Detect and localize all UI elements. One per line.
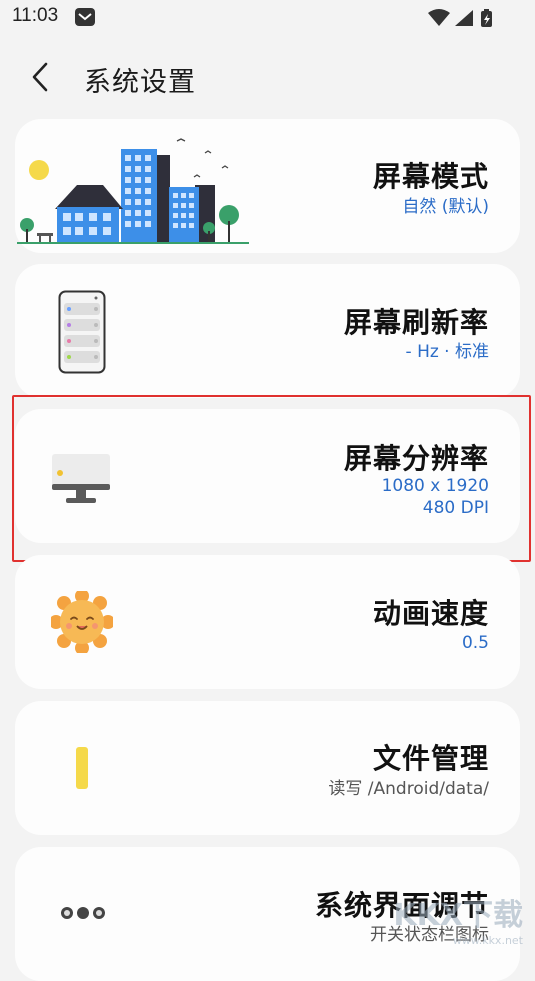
setting-card-animation-speed[interactable]: 动画速度 0.5	[15, 555, 520, 689]
header: 系统设置	[0, 50, 535, 106]
setting-value: 0.5	[461, 633, 489, 653]
setting-card-resolution[interactable]: 屏幕分辨率 1080 x 1920 480 DPI	[15, 409, 520, 543]
setting-value-dpi: 480 DPI	[422, 498, 489, 518]
status-icons	[428, 9, 492, 27]
setting-title: 屏幕分辨率	[343, 442, 489, 475]
setting-card-screen-mode[interactable]: 屏幕模式 自然 (默认)	[15, 119, 520, 253]
setting-value: 读写 /Android/data/	[328, 779, 489, 799]
setting-title: 动画速度	[372, 597, 489, 630]
monitor-icon	[52, 454, 110, 503]
watermark-url: www.kkx.net	[452, 934, 523, 947]
setting-value: - Hz · 标准	[405, 342, 489, 362]
setting-title: 屏幕模式	[372, 160, 489, 193]
setting-card-refresh-rate[interactable]: 屏幕刷新率 - Hz · 标准	[15, 264, 520, 398]
setting-value: 自然 (默认)	[402, 197, 489, 217]
signal-icon	[455, 10, 473, 26]
wifi-icon	[428, 9, 450, 26]
yellow-bar-icon	[76, 747, 88, 789]
mail-icon	[75, 8, 95, 26]
chevron-left-icon[interactable]	[22, 58, 62, 98]
watermark-logo: KKX下载	[393, 898, 523, 933]
status-bar: 11:03	[0, 0, 535, 36]
city-illustration-icon	[17, 138, 249, 244]
smiling-sun-icon	[51, 591, 113, 653]
setting-title: 文件管理	[372, 742, 489, 775]
status-time: 11:03	[12, 5, 59, 26]
setting-card-file-management[interactable]: 文件管理 读写 /Android/data/	[15, 701, 520, 835]
battery-charging-icon	[481, 9, 492, 27]
watermark: KKX下载 www.kkx.net	[393, 890, 523, 947]
three-dots-icon	[61, 907, 105, 919]
setting-title: 屏幕刷新率	[343, 306, 489, 339]
page-title: 系统设置	[84, 67, 196, 98]
phone-list-icon	[58, 290, 106, 374]
setting-value: 1080 x 1920	[381, 476, 489, 496]
